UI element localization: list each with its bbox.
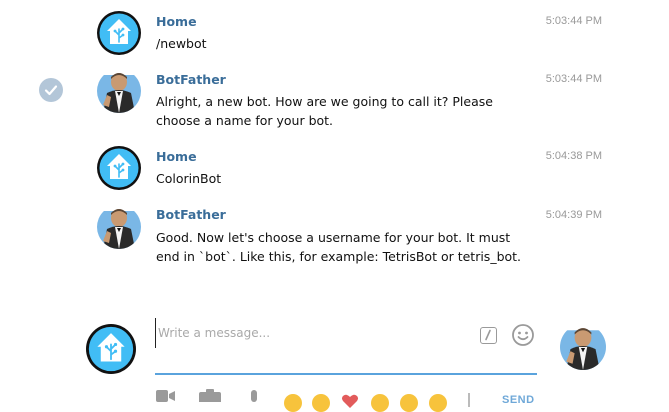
message-text: /newbot: [156, 36, 207, 51]
message-input[interactable]: [155, 318, 468, 348]
message-sender[interactable]: BotFather: [156, 207, 226, 222]
botfather-portrait-icon: [97, 205, 141, 249]
home-assistant-logo-icon: [97, 11, 141, 55]
composer-toolbar: SEND: [0, 388, 669, 412]
home-avatar[interactable]: [97, 146, 141, 190]
home-assistant-logo-icon: [97, 146, 141, 190]
message-text: Good. Now let's choose a username for yo…: [156, 230, 522, 264]
checkmark-icon: [44, 85, 58, 96]
emoji-icon[interactable]: [312, 394, 330, 412]
botfather-portrait-icon: [560, 324, 606, 370]
botfather-avatar[interactable]: [97, 205, 141, 249]
message-sender[interactable]: Home: [156, 149, 197, 164]
botfather-portrait-icon: [97, 69, 141, 113]
message-text: Alright, a new bot. How are we going to …: [156, 94, 493, 128]
emoji-icon[interactable]: [284, 394, 302, 412]
home-assistant-logo-icon: [86, 324, 136, 374]
message-time: 5:04:39 PM: [545, 209, 602, 221]
botfather-avatar[interactable]: [97, 69, 141, 113]
heart-emoji-icon[interactable]: [341, 393, 359, 409]
emoji-icon[interactable]: [371, 394, 389, 412]
message-time: 5:03:44 PM: [545, 73, 602, 85]
self-avatar[interactable]: [86, 324, 136, 374]
peer-avatar[interactable]: [560, 324, 606, 370]
message-text: ColorinBot: [156, 171, 222, 186]
message-time: 5:03:44 PM: [545, 15, 602, 27]
message-sender[interactable]: Home: [156, 14, 197, 29]
emoji-more-icon[interactable]: [466, 393, 472, 407]
emoji-icon[interactable]: [429, 394, 447, 412]
message-time: 5:04:38 PM: [545, 150, 602, 162]
send-button[interactable]: SEND: [502, 394, 535, 406]
bot-command-icon[interactable]: [480, 327, 497, 344]
input-underline: [155, 373, 537, 375]
selected-check-badge[interactable]: [39, 78, 63, 102]
home-avatar[interactable]: [97, 11, 141, 55]
emoji-icon[interactable]: [400, 394, 418, 412]
message-sender[interactable]: BotFather: [156, 72, 226, 87]
emoji-smile-icon[interactable]: [511, 323, 535, 347]
